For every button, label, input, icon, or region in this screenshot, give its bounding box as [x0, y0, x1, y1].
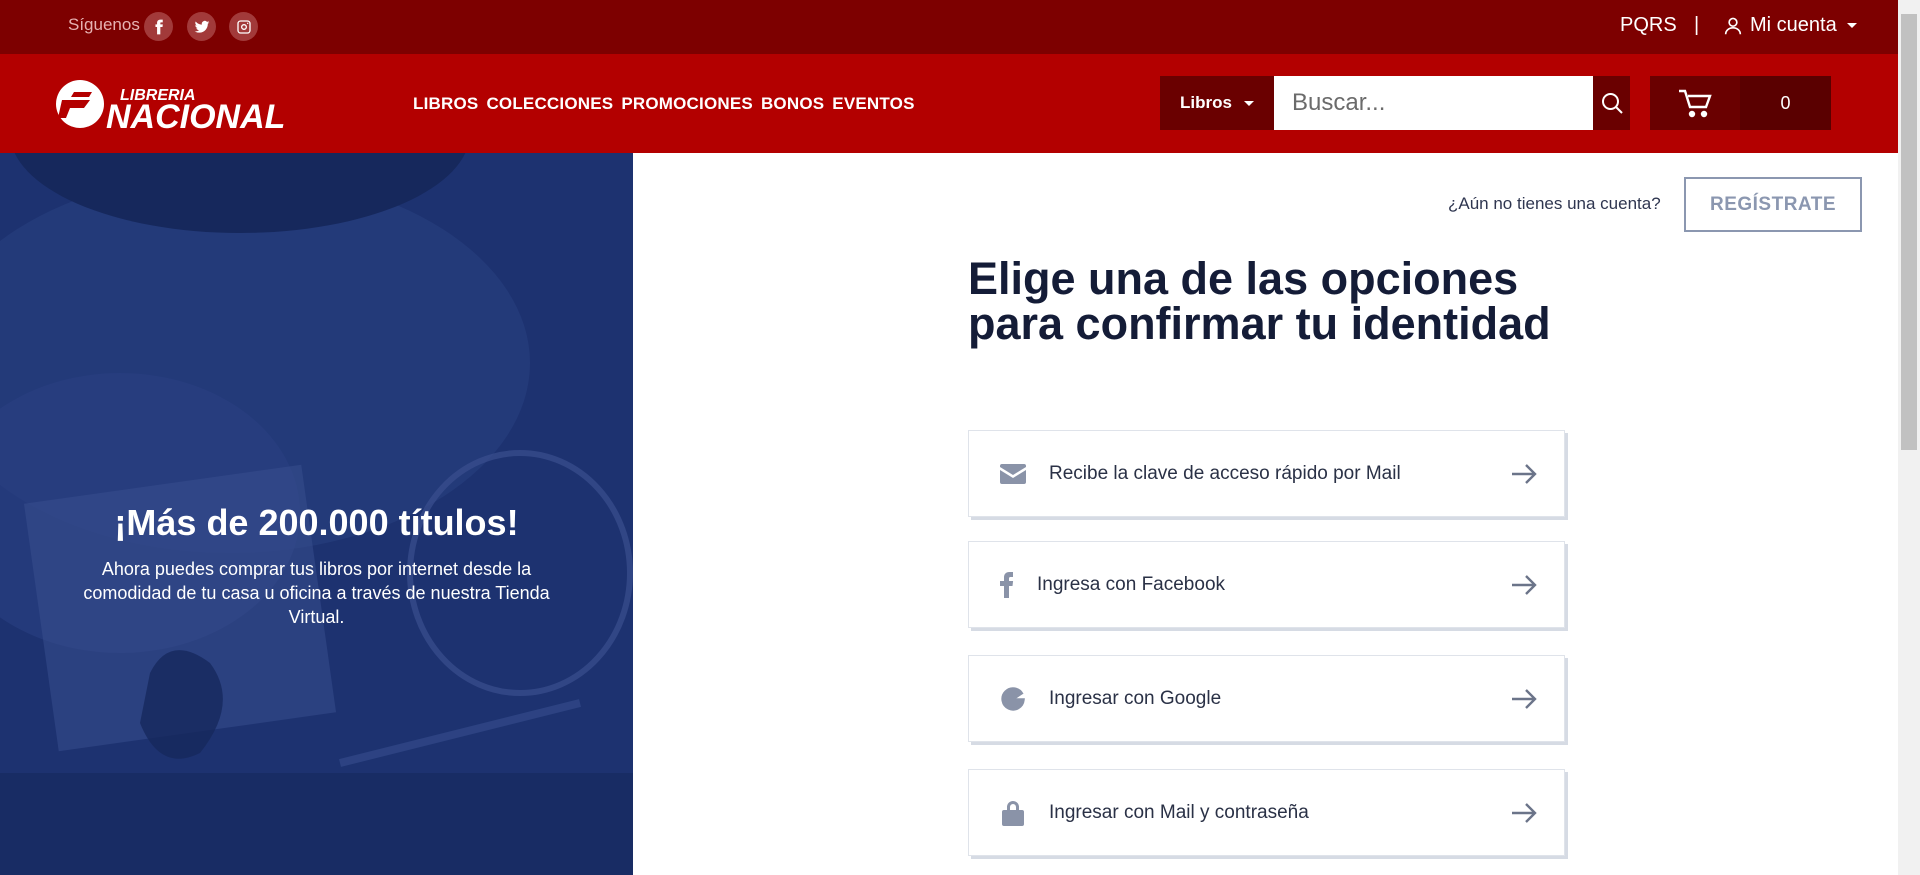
search-icon — [1601, 93, 1623, 114]
main-header: LIBRERIA NACIONAL LIBROS COLECCIONES PRO… — [0, 54, 1898, 153]
my-account-label: Mi cuenta — [1750, 14, 1837, 36]
hero-title: ¡Más de 200.000 títulos! — [114, 502, 519, 543]
cart-count: 0 — [1740, 76, 1831, 130]
scrollbar-thumb[interactable] — [1901, 14, 1917, 450]
logo-text-bottom: NACIONAL — [106, 98, 285, 134]
nav-item-eventos[interactable]: EVENTOS — [832, 94, 914, 114]
search-button[interactable] — [1593, 76, 1630, 130]
main-nav: LIBROS COLECCIONES PROMOCIONES BONOS EVE… — [413, 94, 915, 114]
twitter-social-link[interactable] — [187, 12, 216, 41]
envelope-icon — [985, 463, 1041, 484]
instagram-social-link[interactable] — [229, 12, 258, 41]
page-title: Elige una de las opciones para confirmar… — [968, 253, 1551, 349]
arrow-right-icon — [1512, 802, 1537, 823]
google-icon — [985, 686, 1041, 712]
nav-item-promociones[interactable]: PROMOCIONES — [621, 94, 753, 114]
google-login-option[interactable]: Ingresar con Google — [968, 655, 1565, 742]
facebook-social-link[interactable] — [144, 12, 173, 41]
twitter-icon — [194, 20, 209, 33]
logo-mark: LIBRERIA NACIONAL — [56, 80, 285, 136]
libreria-nacional-logo[interactable]: LIBRERIA NACIONAL — [48, 78, 303, 136]
no-account-text: ¿Aún no tienes una cuenta? — [1448, 194, 1661, 213]
nav-item-bonos[interactable]: BONOS — [761, 94, 824, 114]
user-icon — [1724, 17, 1742, 34]
register-button[interactable]: REGÍSTRATE — [1684, 177, 1862, 232]
follow-label: Síguenos — [68, 15, 140, 34]
option-label: Ingresar con Google — [1049, 687, 1222, 709]
option-label: Recibe la clave de acceso rápido por Mai… — [1049, 462, 1401, 484]
pqrs-link[interactable]: PQRS — [1620, 14, 1677, 37]
option-label: Ingresar con Mail y contraseña — [1049, 801, 1309, 823]
search-category-dropdown[interactable]: Libros — [1160, 76, 1274, 130]
hero-panel: ¡Más de 200.000 títulos! Ahora puedes co… — [0, 153, 633, 875]
facebook-icon — [985, 571, 1029, 598]
nav-item-colecciones[interactable]: COLECCIONES — [486, 94, 613, 114]
chevron-down-icon — [1243, 100, 1254, 106]
chevron-down-icon — [1846, 23, 1857, 28]
my-account-menu[interactable]: Mi cuenta — [1722, 14, 1857, 37]
arrow-right-icon — [1512, 463, 1537, 484]
search-input[interactable] — [1274, 76, 1593, 130]
arrow-right-icon — [1512, 688, 1537, 709]
lock-icon — [985, 799, 1041, 827]
nav-item-libros[interactable]: LIBROS — [413, 94, 478, 114]
facebook-login-option[interactable]: Ingresa con Facebook — [968, 541, 1565, 628]
mail-password-login-option[interactable]: Ingresar con Mail y contraseña — [968, 769, 1565, 856]
topbar-separator: | — [1694, 14, 1700, 36]
option-label: Ingresa con Facebook — [1037, 573, 1226, 595]
hero-subtitle: Ahora puedes comprar tus libros por inte… — [83, 559, 550, 627]
facebook-icon — [154, 19, 163, 34]
cart-button[interactable]: 0 — [1650, 76, 1831, 130]
top-bar: Síguenos PQRS | Mi cuenta — [0, 0, 1898, 54]
search-category-label: Libros — [1180, 93, 1232, 112]
instagram-icon — [236, 19, 251, 34]
mail-quick-access-option[interactable]: Recibe la clave de acceso rápido por Mai… — [968, 430, 1565, 517]
cart-icon — [1679, 89, 1712, 118]
arrow-right-icon — [1512, 574, 1537, 595]
